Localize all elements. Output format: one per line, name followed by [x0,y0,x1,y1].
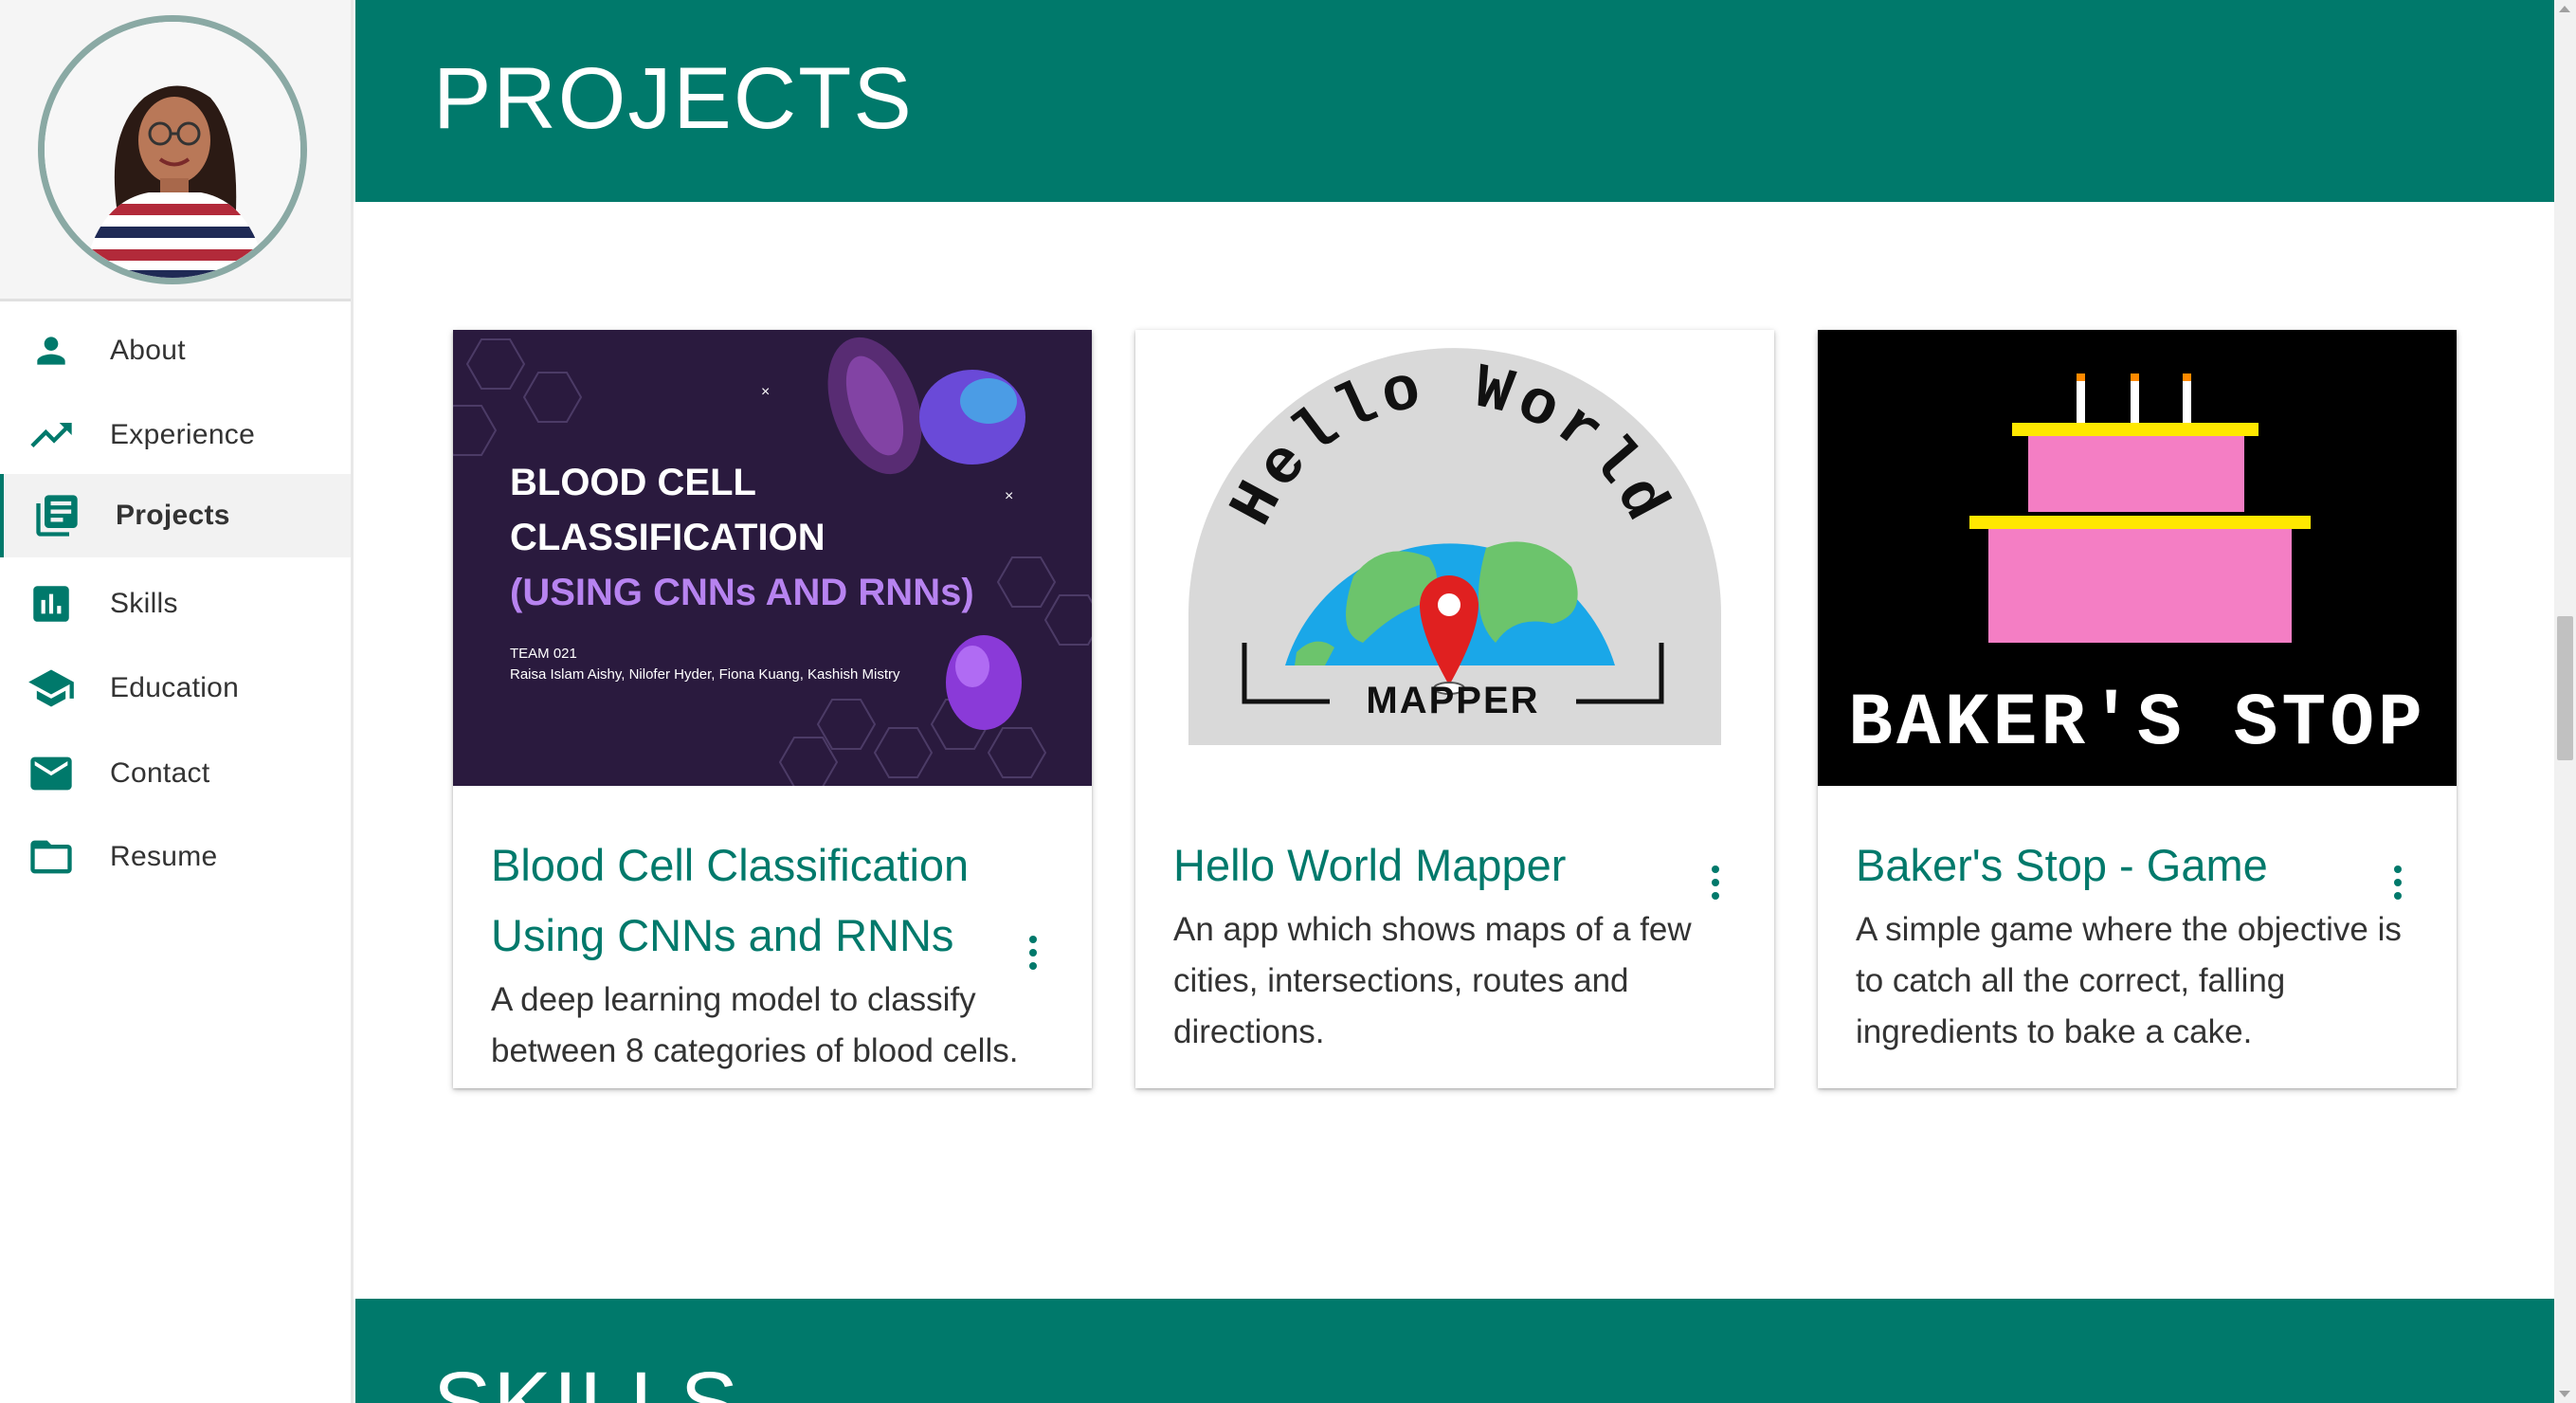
projects-header: PROJECTS [355,0,2554,202]
svg-text:×: × [761,384,770,400]
skills-header: SKILLS [355,1299,2554,1403]
project-image: BAKER'S STOP [1818,330,2457,786]
project-description: An app which shows maps of a few cities,… [1173,911,1692,1050]
sidebar: About Experience Projects Skills Educati… [0,0,354,1403]
sidebar-item-label: Contact [110,757,210,789]
person-icon [27,326,76,375]
project-title[interactable]: Baker's Stop - Game [1856,830,2367,901]
library-books-icon [32,491,82,540]
sidebar-item-resume[interactable]: Resume [0,815,351,899]
sidebar-item-experience[interactable]: Experience [0,393,351,477]
mail-icon [27,749,76,798]
school-icon [27,664,76,713]
more-vert-icon[interactable] [1019,929,1047,976]
image-caption: MAPPER [1366,680,1539,721]
sidebar-item-education[interactable]: Education [0,647,351,730]
project-description: A deep learning model to classify betwee… [491,981,1019,1069]
sidebar-item-label: Experience [110,419,256,450]
svg-text:×: × [1005,488,1013,504]
section-title: SKILLS [433,1355,740,1403]
folder-icon [27,832,76,882]
image-title-line-3: (USING CNNs AND RNNs) [510,572,974,613]
scroll-up-icon[interactable] [2559,6,2570,12]
sidebar-item-label: Education [110,672,240,703]
project-card-bakers-stop: BAKER'S STOP Baker's Stop - Game A simpl… [1818,330,2457,1088]
image-title-line-1: BLOOD CELL [510,462,756,503]
sidebar-item-projects[interactable]: Projects [0,474,351,557]
page-scrollbar[interactable] [2554,0,2576,1403]
bar-chart-icon [27,579,76,629]
more-vert-icon[interactable] [1701,859,1730,906]
scroll-down-icon[interactable] [2559,1391,2570,1397]
avatar [38,15,307,284]
sidebar-item-label: Projects [116,500,230,531]
sidebar-item-label: Skills [110,588,178,619]
image-caption: BAKER'S STOP [1848,683,2426,766]
project-description: A simple game where the objective is to … [1856,911,2402,1050]
project-title[interactable]: Blood Cell Classification Using CNNs and… [491,830,984,971]
page-title: PROJECTS [433,50,914,147]
sidebar-item-about[interactable]: About [0,309,351,392]
image-team: TEAM 021 [510,646,577,662]
project-title[interactable]: Hello World Mapper [1173,830,1685,901]
scrollbar-thumb[interactable] [2557,616,2573,760]
project-image: Hello World MAPPER [1135,330,1774,786]
project-image: × × BLOOD CELL CLASSIFICATION (USING CNN… [453,330,1092,786]
sidebar-item-contact[interactable]: Contact [0,732,351,815]
more-vert-icon[interactable] [2384,859,2412,906]
profile-header [0,0,351,301]
sidebar-item-label: About [110,335,186,366]
trending-up-icon [27,410,76,460]
image-members: Raisa Islam Aishy, Nilofer Hyder, Fiona … [510,666,900,683]
project-card-blood-cell: × × BLOOD CELL CLASSIFICATION (USING CNN… [453,330,1092,1088]
sidebar-item-label: Resume [110,841,218,872]
project-card-hello-world-mapper: Hello World MAPPER Hello World Mapper An… [1135,330,1774,1088]
image-title-line-2: CLASSIFICATION [510,517,825,558]
sidebar-item-skills[interactable]: Skills [0,562,351,646]
